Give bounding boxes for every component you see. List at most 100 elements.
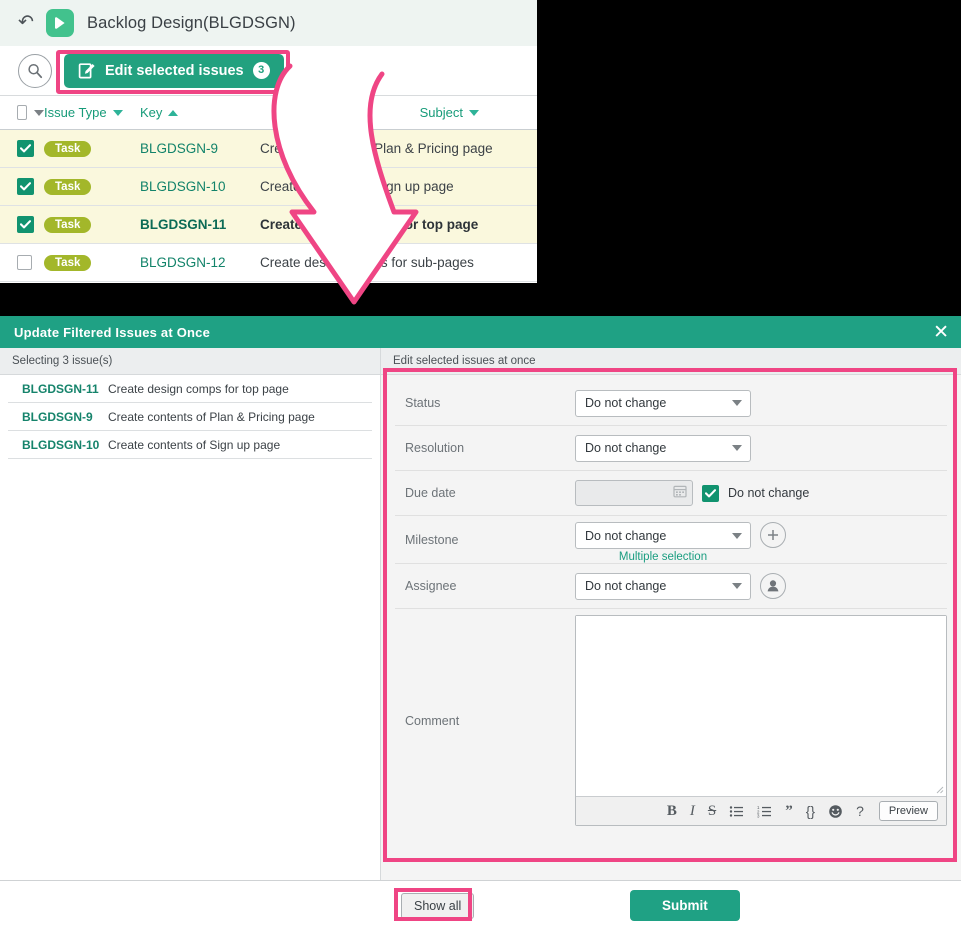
resize-grip-icon[interactable] [936,786,944,794]
status-select[interactable]: Do not change [575,389,751,417]
dialog-title: Update Filtered Issues at Once [14,324,211,340]
app-header: ↶ Backlog Design(BLGDSGN) [0,0,537,46]
comment-textarea[interactable] [576,616,946,796]
table-row[interactable]: Task BLGDSGN-9 Create contents of Plan &… [0,130,537,168]
due-date-do-not-change-checkbox[interactable] [702,484,719,502]
list-item[interactable]: BLGDSGN-11 Create design comps for top p… [8,375,372,403]
ordered-list-icon[interactable]: 1 2 3 [757,805,772,818]
show-all-button[interactable]: Show all [401,892,475,919]
bold-button[interactable]: B [667,803,677,820]
assignee-select[interactable]: Do not change [575,572,751,600]
code-button[interactable]: {} [806,803,815,819]
chevron-up-icon [168,109,179,116]
back-arrow-icon[interactable]: ↶ [16,13,36,33]
row-checkbox[interactable] [17,255,32,270]
status-value: Do not change [585,396,667,410]
edit-selected-issues-button[interactable]: Edit selected issues 3 [64,53,284,88]
chevron-down-icon [732,445,742,451]
plus-icon[interactable] [760,522,786,548]
issue-type-badge: Task [44,217,92,233]
issue-subject-text: Create contents of Plan & Pricing page [260,141,493,156]
table-row[interactable]: Task BLGDSGN-12 Create design comps for … [0,244,537,282]
resolution-select[interactable]: Do not change [575,434,751,462]
issue-subject-text: Create design comps for sub-pages [260,255,474,270]
svg-text:3: 3 [757,813,760,817]
bullet-list-icon[interactable] [729,805,744,818]
issue-key-cell[interactable]: BLGDSGN-11 [140,217,260,232]
row-checkbox-cell[interactable] [0,178,44,195]
italic-button[interactable]: I [690,803,695,820]
field-row-resolution: Resolution Do not change [395,426,947,471]
row-checkbox[interactable] [17,178,34,195]
chevron-down-icon[interactable] [34,109,44,116]
calendar-icon [673,484,687,503]
issue-subject-cell: Create contents of Sign up page [260,179,537,194]
close-icon[interactable]: ✕ [933,323,949,342]
column-header-key[interactable]: Key [140,105,260,120]
selected-issues-pane: Selecting 3 issue(s) BLGDSGN-11 Create d… [0,348,381,880]
comment-format-toolbar: B I S 1 2 3 ” {} ? Preview [576,796,946,825]
milestone-select[interactable]: Do not change [575,522,751,549]
issue-type-badge: Task [44,255,92,271]
issue-key-link[interactable]: BLGDSGN-11 [8,382,108,396]
issue-key-link[interactable]: BLGDSGN-9 [140,141,218,156]
list-item[interactable]: BLGDSGN-9 Create contents of Plan & Pric… [8,403,372,431]
selecting-count-label: Selecting 3 issue(s) [0,348,380,375]
resolution-label: Resolution [405,441,465,455]
submit-button[interactable]: Submit [630,890,740,921]
chevron-down-icon [732,400,742,406]
row-checkbox-cell[interactable] [0,255,44,270]
bulk-edit-form: Status Do not change Resolution Do not c… [381,375,961,880]
list-item[interactable]: BLGDSGN-10 Create contents of Sign up pa… [8,431,372,459]
field-row-status: Status Do not change [395,381,947,426]
row-checkbox-cell[interactable] [0,140,44,157]
help-button[interactable]: ? [856,803,864,819]
emoji-icon[interactable] [828,804,843,819]
issue-type-cell: Task [44,140,140,157]
edit-document-icon [78,62,96,80]
issue-type-cell: Task [44,178,140,195]
edit-selected-issues-label: Edit selected issues [105,62,244,79]
due-date-input[interactable] [575,480,693,506]
due-date-label: Due date [405,486,456,500]
quote-button[interactable]: ” [785,803,793,818]
backlog-app-window: ↶ Backlog Design(BLGDSGN) Edit selected [0,0,537,283]
row-checkbox-cell[interactable] [0,216,44,233]
milestone-label: Milestone [405,532,459,547]
issue-key-link[interactable]: BLGDSGN-11 [140,217,226,232]
strikethrough-button[interactable]: S [708,803,716,820]
select-all-checkbox[interactable] [17,105,27,120]
issue-key-cell[interactable]: BLGDSGN-9 [140,141,260,156]
search-icon[interactable] [18,53,52,88]
milestone-value: Do not change [585,528,667,543]
field-row-assignee: Assignee Do not change [395,564,947,609]
row-checkbox[interactable] [17,140,34,157]
table-row[interactable]: Task BLGDSGN-11 Create design comps for … [0,206,537,244]
select-all-checkbox-cell[interactable] [0,105,44,120]
page-title: Backlog Design(BLGDSGN) [87,13,296,32]
user-silhouette-icon[interactable] [760,573,786,599]
issue-type-cell: Task [44,254,140,271]
column-header-subject[interactable]: Subject [260,105,537,120]
preview-button[interactable]: Preview [878,801,938,821]
comment-editor: B I S 1 2 3 ” {} ? Preview [575,615,947,826]
column-header-issue-type[interactable]: Issue Type [44,105,140,120]
issue-key-link[interactable]: BLGDSGN-10 [8,438,108,452]
edit-form-subheader: Edit selected issues at once [381,348,961,375]
backlog-logo-icon [46,9,74,37]
issue-key-link[interactable]: BLGDSGN-12 [140,255,226,270]
selected-issues-list: BLGDSGN-11 Create design comps for top p… [0,375,380,459]
issue-table-header: Issue Type Key Subject [0,96,537,130]
table-row[interactable]: Task BLGDSGN-10 Create contents of Sign … [0,168,537,206]
row-checkbox[interactable] [17,216,34,233]
issue-subject-text: Create contents of Sign up page [260,179,454,194]
issue-key-cell[interactable]: BLGDSGN-12 [140,255,260,270]
chevron-down-icon [112,109,123,116]
issue-subject-text: Create design comps for top page [260,217,479,232]
chevron-down-icon [469,109,479,116]
issue-key-link[interactable]: BLGDSGN-10 [140,179,226,194]
issue-table: Issue Type Key Subject Task BLGDSGN-9 Cr… [0,96,537,282]
issue-type-badge: Task [44,179,92,195]
issue-key-cell[interactable]: BLGDSGN-10 [140,179,260,194]
issue-key-link[interactable]: BLGDSGN-9 [8,410,108,424]
